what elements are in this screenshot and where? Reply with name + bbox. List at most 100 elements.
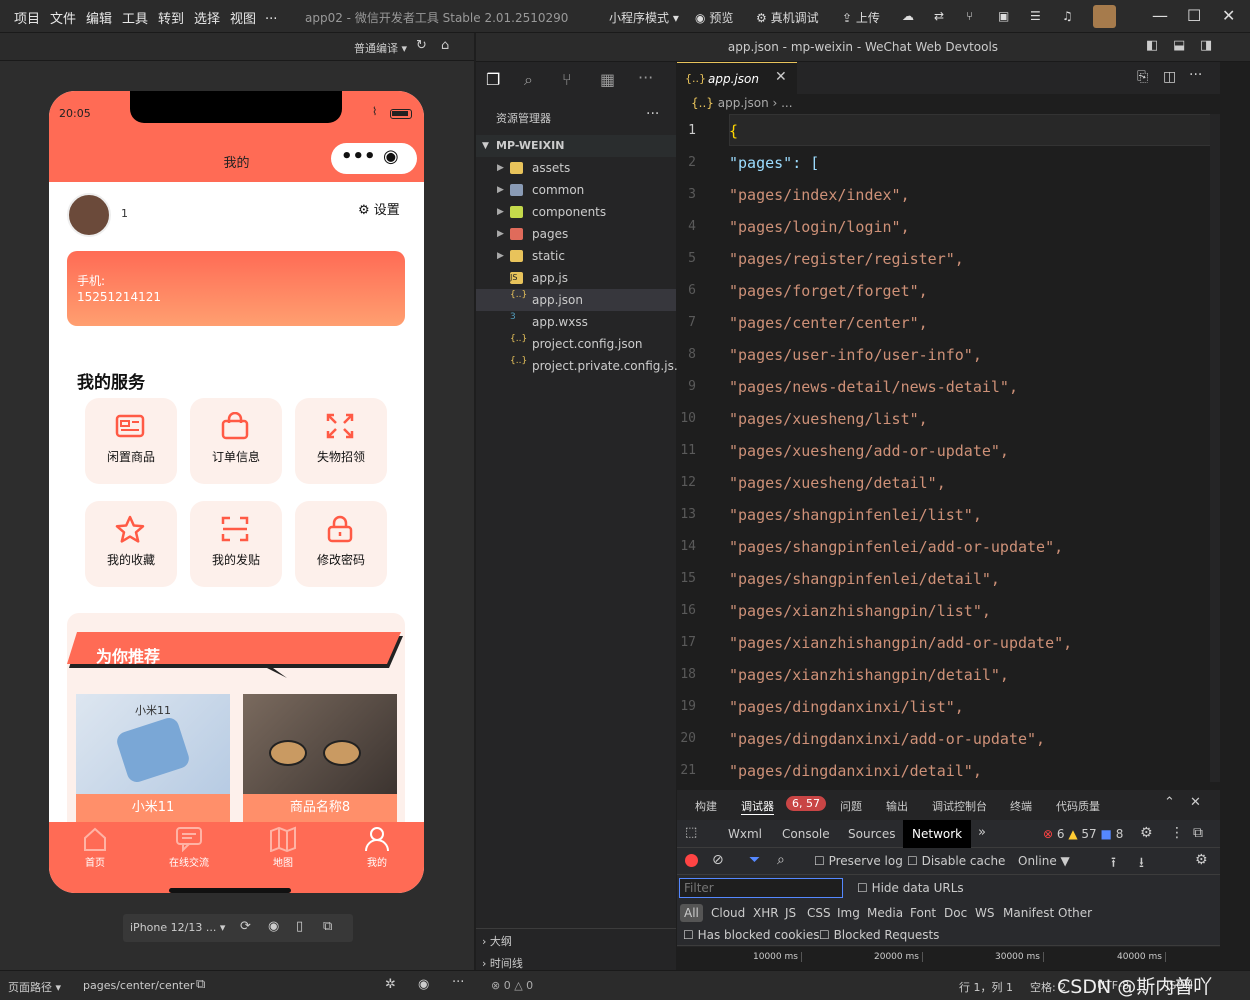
type-img[interactable]: Img	[837, 906, 860, 920]
more-icon[interactable]: ···	[452, 975, 464, 990]
code-line[interactable]: "pages/shangpinfenlei/add-or-update",	[729, 538, 1063, 556]
panel-tab-problems[interactable]: 问题	[840, 798, 862, 814]
code-line[interactable]: "pages/shangpinfenlei/detail",	[729, 570, 1000, 588]
throttle-select[interactable]: Online ▼	[1018, 854, 1070, 868]
code-line[interactable]: "pages/xianzhishangpin/detail",	[729, 666, 1009, 684]
preserve-log-checkbox[interactable]: ☐ Preserve log	[814, 854, 903, 868]
close-target-icon[interactable]: ◉	[383, 146, 399, 167]
type-doc[interactable]: Doc	[944, 906, 967, 920]
open-preview-icon[interactable]: ⎘	[1137, 69, 1148, 85]
product-image[interactable]: 小米11	[76, 694, 230, 794]
search-icon[interactable]: ⌕	[524, 70, 533, 90]
copy-icon[interactable]: ⧉	[196, 977, 205, 992]
type-media[interactable]: Media	[867, 906, 903, 920]
menu-icon[interactable]: ☰	[1030, 9, 1041, 23]
branch-icon[interactable]: ⑂	[966, 9, 973, 23]
panel-tab-code-quality[interactable]: 代码质量	[1056, 798, 1100, 814]
type-css[interactable]: CSS	[807, 906, 831, 920]
bell-icon[interactable]: ♫	[1062, 9, 1073, 23]
code-line[interactable]: "pages/dingdanxinxi/detail",	[729, 762, 982, 780]
tab-chat[interactable]: 在线交流	[159, 826, 219, 869]
explorer-item[interactable]: {..} app.json	[476, 289, 676, 311]
record-icon[interactable]: ◉	[268, 919, 279, 934]
menu-project[interactable]: 项目	[14, 8, 40, 27]
service-lost-found[interactable]: 失物招领	[295, 398, 387, 484]
menu-edit[interactable]: 编辑	[86, 8, 112, 27]
type-js[interactable]: JS	[785, 906, 796, 920]
split-editor-icon[interactable]: ◫	[1163, 69, 1176, 85]
explorer-item[interactable]: ▶ common	[476, 179, 676, 201]
explorer-item[interactable]: JS app.js	[476, 267, 676, 289]
gear-icon[interactable]: ⚙	[1140, 825, 1153, 841]
service-idle-goods[interactable]: 闲置商品	[85, 398, 177, 484]
product-name[interactable]: 小米11	[76, 794, 230, 822]
cursor-position[interactable]: 行 1，列 1	[959, 979, 1013, 995]
source-control-icon[interactable]: ⑂	[562, 70, 572, 89]
code-line[interactable]: "pages/xianzhishangpin/list",	[729, 602, 991, 620]
disable-cache-checkbox[interactable]: ☐ Disable cache	[907, 854, 1005, 868]
upload-icon[interactable]: ⭱	[1111, 852, 1116, 876]
explorer-item[interactable]: ▶ static	[476, 245, 676, 267]
timeline-section[interactable]: › 时间线	[482, 955, 523, 971]
dock-icon[interactable]: ⧉	[1193, 825, 1203, 841]
error-count[interactable]: ⊗ 6 ▲ 57 ■ 8	[1043, 827, 1123, 841]
avatar[interactable]	[1093, 5, 1116, 28]
code-line[interactable]: "pages/shangpinfenlei/list",	[729, 506, 982, 524]
cloud-icon[interactable]: ☁	[902, 9, 914, 23]
panel-tab-build[interactable]: 构建	[695, 798, 717, 814]
phone-icon[interactable]: ▯	[296, 919, 303, 934]
files-icon[interactable]: ❐	[486, 70, 500, 89]
rotate-icon[interactable]: ⟳	[240, 919, 251, 934]
tab-app-json[interactable]: {..} app.json ✕	[677, 62, 797, 94]
code-line[interactable]: "pages/xuesheng/add-or-update",	[729, 442, 1009, 460]
code-line[interactable]: "pages/center/center",	[729, 314, 928, 332]
menu-more[interactable]: ...	[265, 8, 277, 23]
explorer-root[interactable]: ▼ MP-WEIXIN	[476, 135, 676, 157]
service-orders[interactable]: 订单信息	[190, 398, 282, 484]
blocked-cookies-checkbox[interactable]: ☐ Has blocked cookies	[683, 928, 819, 942]
explorer-item[interactable]: {..} project.private.config.js...	[476, 355, 685, 377]
popout-icon[interactable]: ⧉	[323, 919, 332, 934]
type-ws[interactable]: WS	[975, 906, 994, 920]
upload-button[interactable]: ⇪ 上传	[842, 9, 880, 26]
more-tabs-icon[interactable]: »	[978, 825, 986, 840]
mode-select[interactable]: 小程序模式 ▾	[609, 9, 679, 26]
explorer-item[interactable]: ▶ components	[476, 201, 676, 223]
tab-console[interactable]: Console	[782, 827, 830, 841]
eye-icon[interactable]: ◉	[418, 977, 429, 992]
panel-tab-output[interactable]: 输出	[886, 798, 908, 814]
code-line[interactable]: "pages/dingdanxinxi/list",	[729, 698, 964, 716]
problems-count[interactable]: ⊗ 0 △ 0	[491, 979, 533, 992]
download-icon[interactable]: ⭳	[1139, 852, 1144, 876]
preview-button[interactable]: ◉ 预览	[695, 9, 733, 26]
code-line[interactable]: "pages/forget/forget",	[729, 282, 928, 300]
type-xhr[interactable]: XHR	[753, 906, 779, 920]
menu-view[interactable]: 视图	[230, 8, 256, 27]
code-line[interactable]: {	[729, 122, 738, 140]
code-line[interactable]: "pages/xuesheng/detail",	[729, 474, 946, 492]
hide-data-urls-checkbox[interactable]: ☐ Hide data URLs	[857, 881, 964, 895]
record-icon[interactable]	[685, 854, 698, 867]
swap-icon[interactable]: ⇄	[934, 9, 944, 23]
code-line[interactable]: "pages/user-info/user-info",	[729, 346, 982, 364]
tab-home[interactable]: 首页	[65, 826, 125, 869]
close-icon[interactable]: ✕	[775, 69, 787, 85]
clear-icon[interactable]: ⊘	[712, 852, 724, 868]
explorer-item[interactable]: ▶ assets	[476, 157, 676, 179]
menu-file[interactable]: 文件	[50, 8, 76, 27]
chevron-up-icon[interactable]: ⌃	[1164, 795, 1175, 810]
panel-tab-debugger[interactable]: 调试器	[741, 798, 774, 815]
more-icon[interactable]: ···	[1189, 67, 1202, 83]
real-debug-button[interactable]: ⚙ 真机调试	[756, 9, 819, 26]
panel-icon[interactable]: ⬓	[1173, 38, 1185, 53]
inspect-icon[interactable]: ⬚	[685, 825, 697, 840]
tab-wxml[interactable]: Wxml	[728, 827, 762, 841]
avatar[interactable]	[67, 193, 111, 237]
bug-icon[interactable]: ✲	[385, 977, 396, 992]
sidebar-right-icon[interactable]: ◨	[1200, 38, 1212, 53]
type-font[interactable]: Font	[910, 906, 936, 920]
tab-mine[interactable]: 我的	[347, 826, 407, 869]
panel-tab-terminal[interactable]: 终端	[1010, 798, 1032, 814]
breadcrumb[interactable]: {..} app.json › ...	[691, 96, 793, 110]
sidebar-left-icon[interactable]: ◧	[1146, 38, 1158, 53]
